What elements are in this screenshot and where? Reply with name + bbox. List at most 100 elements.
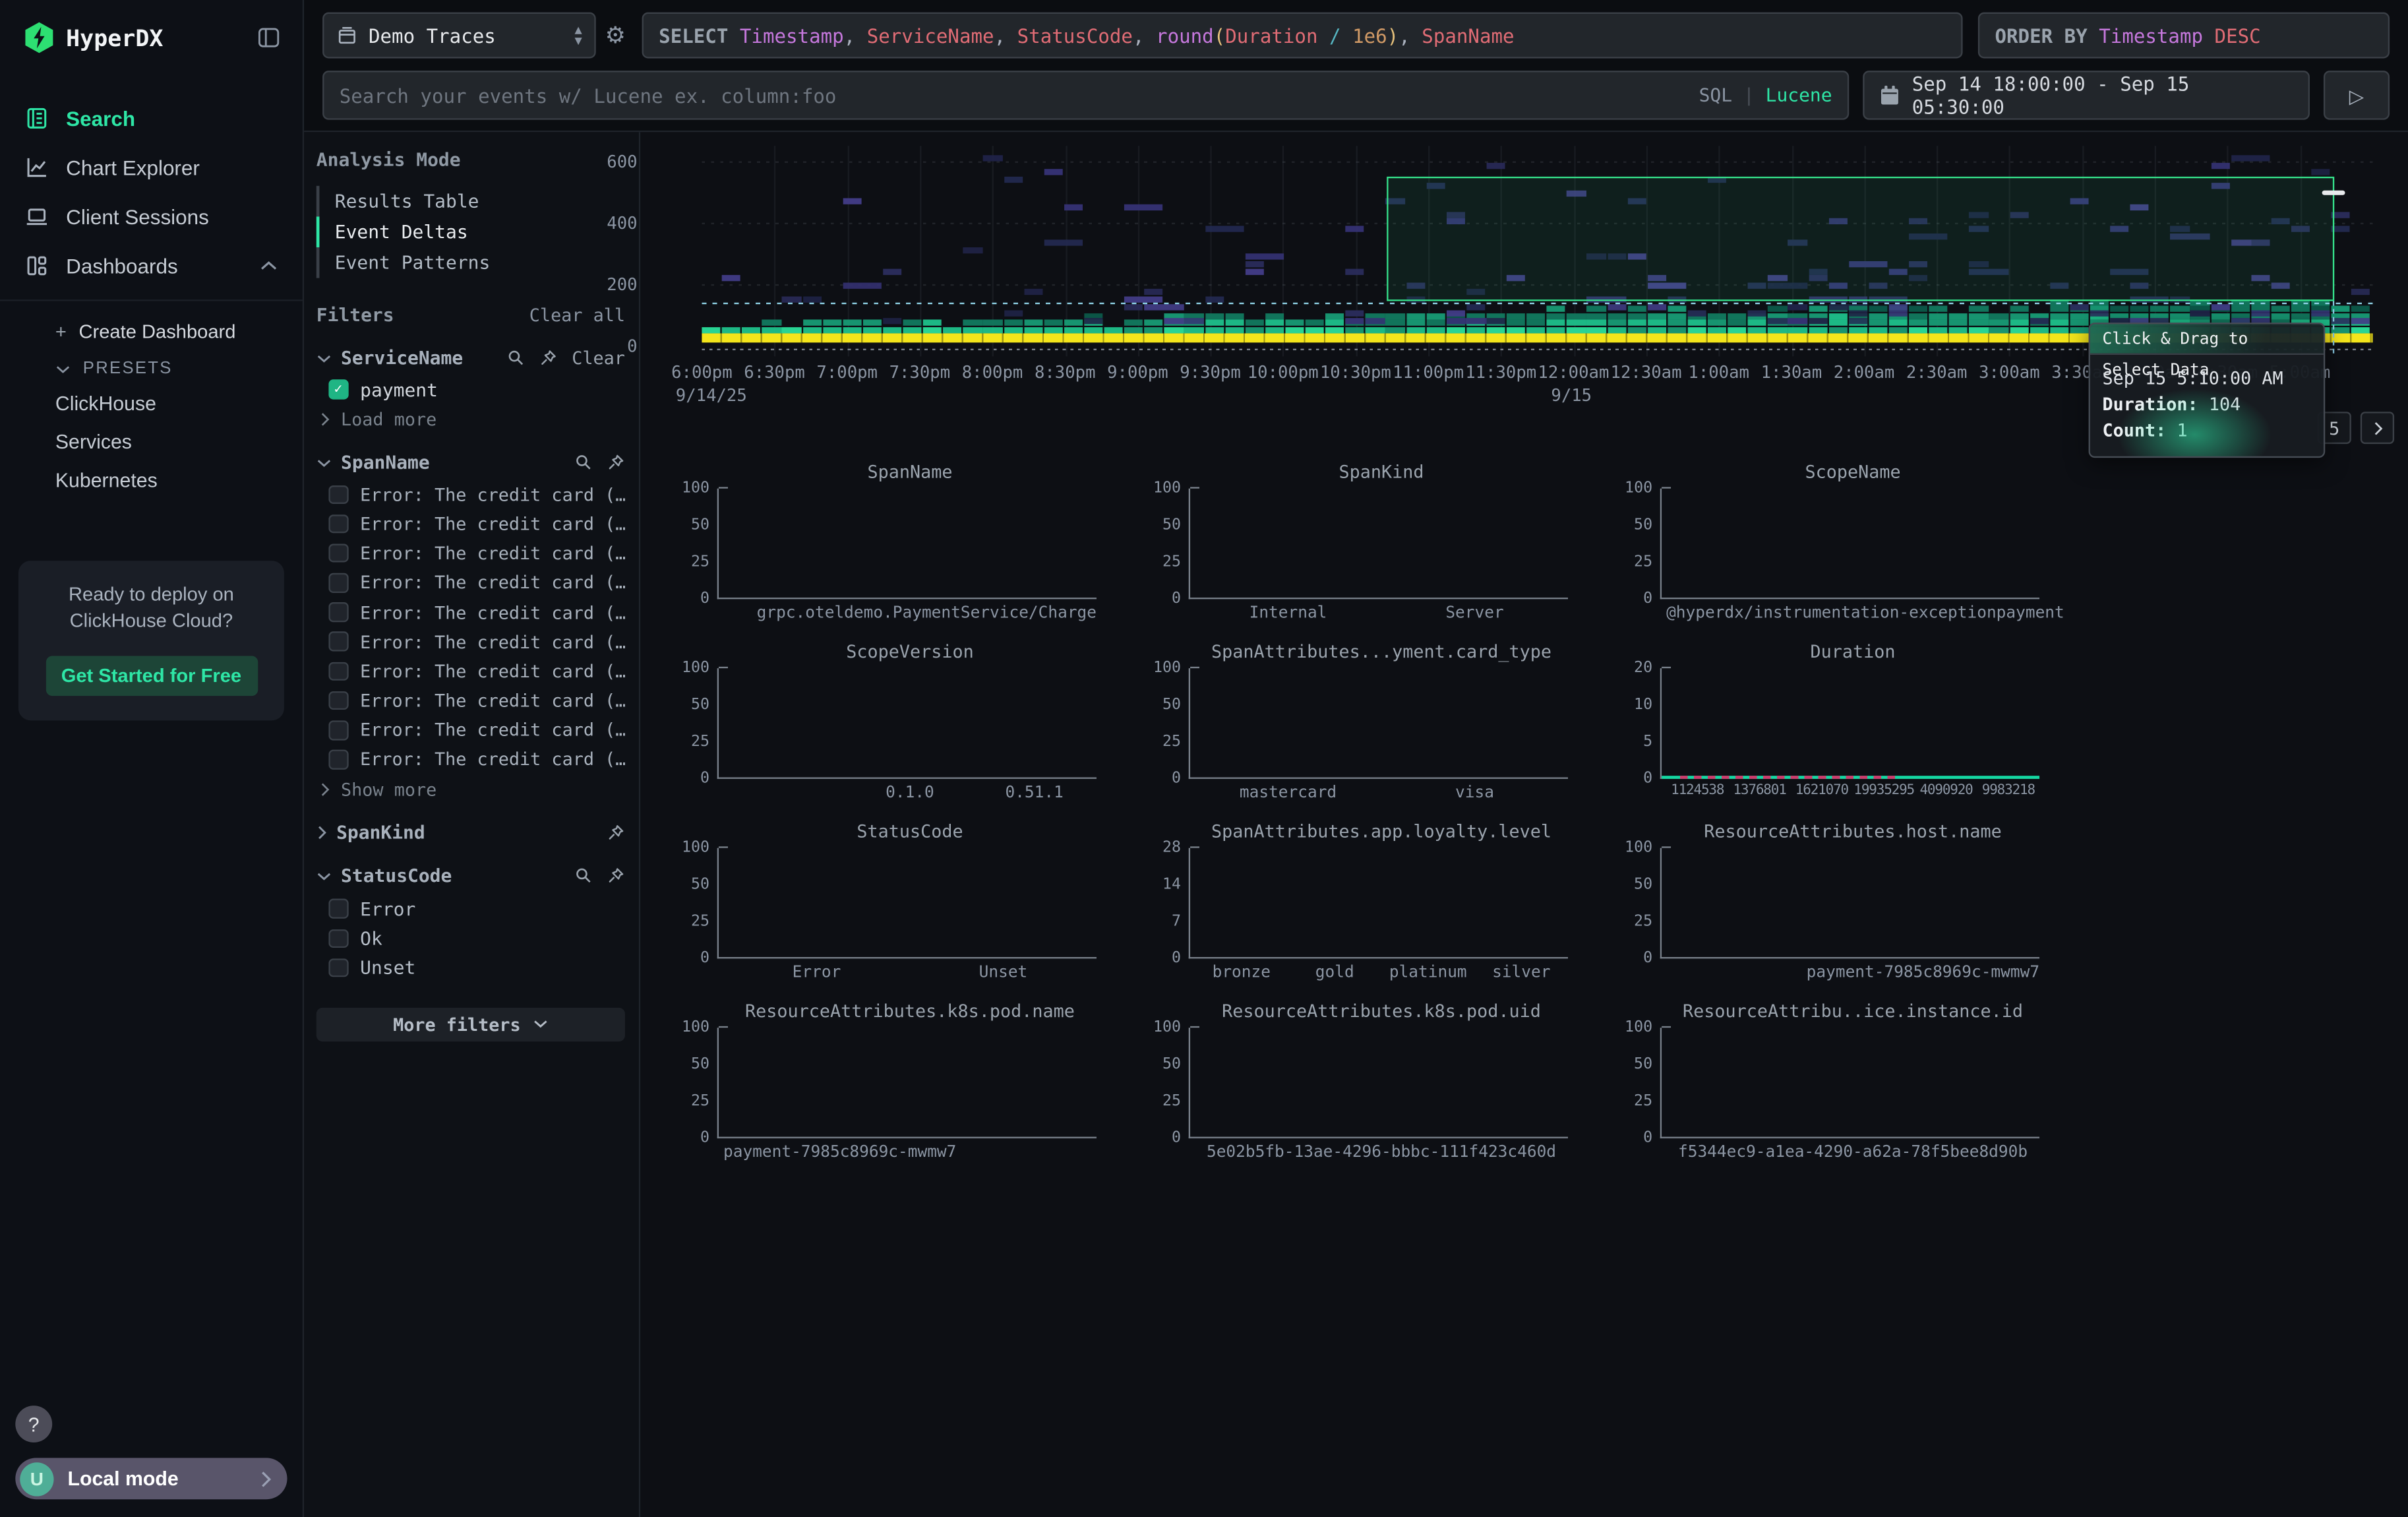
chevron-down-icon bbox=[55, 363, 71, 374]
preset-clickhouse[interactable]: ClickHouse bbox=[0, 384, 303, 422]
mini-chart[interactable]: SpanKind02550100InternalServer bbox=[1143, 461, 1568, 633]
presets-toggle[interactable]: PRESETS bbox=[0, 350, 303, 384]
language-toggle[interactable]: SQL | Lucene bbox=[1699, 84, 1832, 106]
clear-all-button[interactable]: Clear all bbox=[529, 304, 625, 326]
checkbox[interactable] bbox=[328, 514, 347, 534]
analysis-mode-results-table[interactable]: Results Table bbox=[316, 186, 625, 217]
checkbox[interactable] bbox=[328, 958, 347, 977]
search-journal-icon bbox=[24, 106, 49, 131]
promo-text-line2: ClickHouse Cloud? bbox=[34, 608, 268, 635]
checkbox[interactable] bbox=[328, 720, 347, 739]
filter-group-header[interactable]: ServiceName Clear bbox=[316, 347, 625, 369]
orderby-clause-input[interactable]: ORDER BY Timestamp DESC bbox=[1978, 13, 2390, 59]
pin-icon[interactable] bbox=[539, 349, 558, 367]
more-filters-button[interactable]: More filters bbox=[316, 1007, 625, 1041]
tooltip-count-label: Count: bbox=[2103, 419, 2167, 441]
load-more-button[interactable]: Load more bbox=[316, 404, 625, 431]
search-icon[interactable] bbox=[507, 349, 526, 367]
filter-option[interactable]: Error: The credit card (… bbox=[316, 686, 625, 716]
filter-option[interactable]: Error: The credit card (… bbox=[316, 716, 625, 745]
pin-icon[interactable] bbox=[607, 867, 625, 885]
account-menu[interactable]: U Local mode bbox=[15, 1458, 287, 1499]
mini-chart[interactable]: ScopeVersion025501000.1.00.51.1 bbox=[671, 640, 1097, 813]
analysis-mode-event-patterns[interactable]: Event Patterns bbox=[316, 247, 625, 278]
mini-chart[interactable]: ResourceAttributes.k8s.pod.name02550100p… bbox=[671, 1000, 1097, 1172]
run-query-button[interactable]: ▷ bbox=[2324, 71, 2390, 120]
gear-icon[interactable]: ⚙ bbox=[605, 22, 626, 49]
filter-group-spankind: SpanKind bbox=[316, 822, 625, 844]
search-icon[interactable] bbox=[574, 867, 593, 885]
collapse-sidebar-icon[interactable] bbox=[256, 26, 281, 49]
analysis-mode-title: Analysis Mode bbox=[316, 149, 625, 171]
pin-icon[interactable] bbox=[607, 454, 625, 472]
checkbox[interactable] bbox=[328, 929, 347, 948]
mini-chart[interactable]: StatusCode02550100ErrorUnset bbox=[671, 820, 1097, 993]
x-axis-tick: 4090920 bbox=[1915, 784, 1977, 799]
sidebar-item-chart-explorer[interactable]: Chart Explorer bbox=[0, 143, 303, 193]
mini-chart[interactable]: Duration05102011245381376801162107019935… bbox=[1614, 640, 2039, 813]
search-icon[interactable] bbox=[574, 454, 593, 472]
checkbox[interactable] bbox=[328, 573, 347, 592]
source-select[interactable]: Demo Traces ▲▼ bbox=[322, 13, 596, 59]
filter-option[interactable]: Error: The credit card (… bbox=[316, 538, 625, 568]
chevron-down-icon bbox=[316, 871, 332, 881]
sidebar-item-dashboards[interactable]: Dashboards bbox=[0, 241, 303, 291]
create-dashboard-button[interactable]: + Create Dashboard bbox=[0, 313, 303, 350]
x-axis-tick: 11:00pm bbox=[1393, 363, 1464, 383]
y-axis-tick: 0 bbox=[1643, 591, 1652, 608]
checkbox[interactable]: ✓ bbox=[328, 380, 347, 399]
filter-group-header[interactable]: SpanKind bbox=[316, 822, 625, 844]
checkbox[interactable] bbox=[328, 603, 347, 622]
checkbox[interactable] bbox=[328, 543, 347, 563]
mini-chart[interactable]: ResourceAttribu..ice.instance.id02550100… bbox=[1614, 1000, 2039, 1172]
filter-group-header[interactable]: StatusCode bbox=[316, 865, 625, 886]
checkbox[interactable] bbox=[328, 691, 347, 710]
filter-option[interactable]: Error: The credit card (… bbox=[316, 656, 625, 686]
selection-drag-handle[interactable] bbox=[2322, 191, 2345, 195]
sidebar-item-client-sessions[interactable]: Client Sessions bbox=[0, 192, 303, 241]
filter-option[interactable]: Ok bbox=[316, 923, 625, 953]
filter-option[interactable]: Error: The credit card (… bbox=[316, 480, 625, 509]
filter-option[interactable]: Error: The credit card (… bbox=[316, 627, 625, 657]
tooltip-time: Sep 15 5:10:00 AM bbox=[2103, 365, 2312, 392]
drag-selection-box[interactable] bbox=[1387, 177, 2334, 301]
analysis-mode-event-deltas[interactable]: Event Deltas bbox=[316, 216, 625, 247]
mini-chart[interactable]: SpanAttributes.app.loyalty.level071428br… bbox=[1143, 820, 1568, 993]
help-button[interactable]: ? bbox=[15, 1406, 52, 1442]
y-axis-tick: 50 bbox=[1162, 697, 1181, 714]
filter-group-spanname: SpanName Error: The credit card (…Error:… bbox=[316, 452, 625, 800]
filter-option[interactable]: Error: The credit card (… bbox=[316, 568, 625, 598]
filter-option[interactable]: Error: The credit card (… bbox=[316, 745, 625, 774]
checkbox[interactable] bbox=[328, 485, 347, 504]
mini-chart[interactable]: SpanAttributes...yment.card_type02550100… bbox=[1143, 640, 1568, 813]
mini-chart[interactable]: ScopeName02550100@hyperdx/instrumentatio… bbox=[1614, 461, 2039, 633]
select-clause-input[interactable]: SELECT Timestamp, ServiceName, StatusCod… bbox=[642, 13, 1963, 59]
mini-chart[interactable]: ResourceAttributes.k8s.pod.uid025501005e… bbox=[1143, 1000, 1568, 1172]
date-range-picker[interactable]: Sep 14 18:00:00 - Sep 15 05:30:00 bbox=[1863, 71, 2310, 120]
clear-group-button[interactable]: Clear bbox=[572, 347, 625, 369]
pin-icon[interactable] bbox=[607, 824, 625, 842]
filter-option[interactable]: Unset bbox=[316, 953, 625, 983]
code-token: , bbox=[844, 24, 867, 47]
filter-group-header[interactable]: SpanName bbox=[316, 452, 625, 474]
show-more-button[interactable]: Show more bbox=[316, 774, 625, 801]
mini-chart[interactable]: ResourceAttributes.host.name02550100paym… bbox=[1614, 820, 2039, 993]
checkbox[interactable] bbox=[328, 662, 347, 681]
filter-option[interactable]: Error: The credit card (… bbox=[316, 509, 625, 539]
x-axis-tick: Unset bbox=[910, 963, 1097, 981]
preset-services[interactable]: Services bbox=[0, 423, 303, 461]
x-axis-tick: platinum bbox=[1381, 963, 1474, 981]
next-page-button[interactable] bbox=[2361, 412, 2394, 444]
sidebar-item-search[interactable]: Search bbox=[0, 94, 303, 143]
checkbox[interactable] bbox=[328, 899, 347, 918]
checkbox[interactable] bbox=[328, 750, 347, 769]
filter-option[interactable]: ✓payment bbox=[316, 375, 625, 404]
preset-kubernetes[interactable]: Kubernetes bbox=[0, 461, 303, 499]
filter-option[interactable]: Error bbox=[316, 894, 625, 924]
search-input[interactable] bbox=[340, 84, 1687, 107]
get-started-button[interactable]: Get Started for Free bbox=[45, 656, 257, 697]
filter-option[interactable]: Error: The credit card (… bbox=[316, 598, 625, 627]
checkbox[interactable] bbox=[328, 632, 347, 651]
x-axis-tick: visa bbox=[1381, 784, 1568, 802]
mini-chart[interactable]: SpanName02550100grpc.oteldemo.PaymentSer… bbox=[671, 461, 1097, 633]
